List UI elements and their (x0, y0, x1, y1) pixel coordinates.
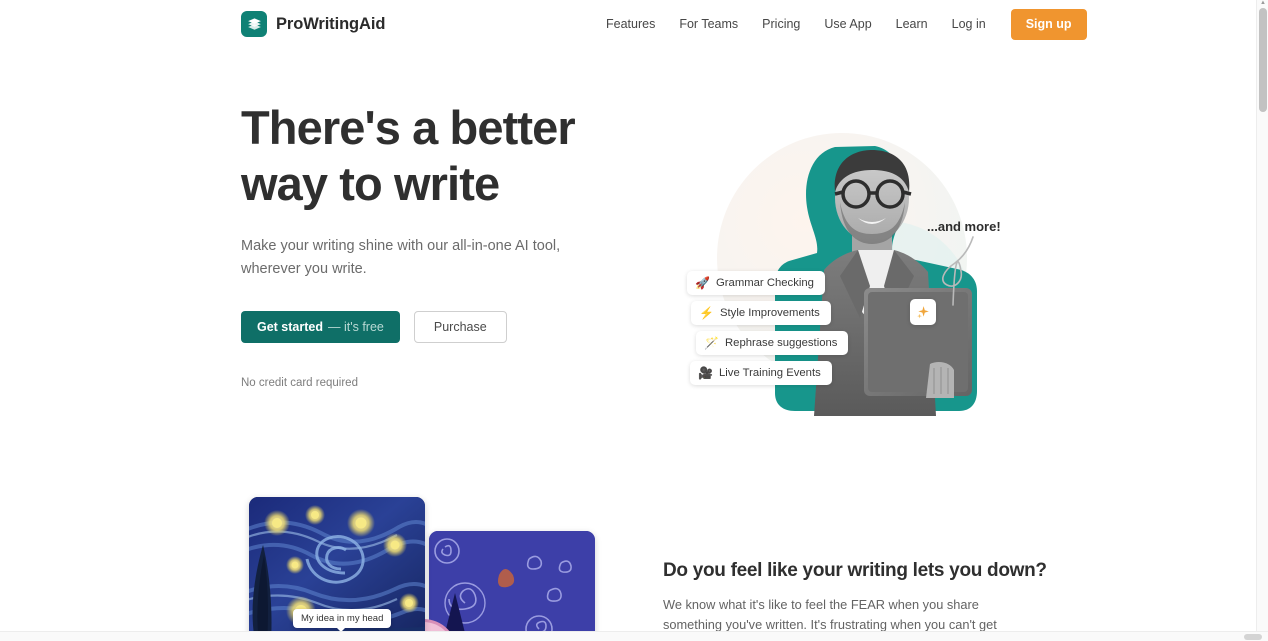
nav-item-features[interactable]: Features (594, 0, 667, 48)
hero-title: There's a better way to write (241, 100, 621, 212)
site-header: ProWritingAid Features For Teams Pricing… (0, 0, 1256, 48)
feature-pill-label: Style Improvements (720, 307, 820, 319)
hero-title-line-2: way to write (241, 157, 500, 210)
hero-subtitle: Make your writing shine with our all-in-… (241, 238, 561, 277)
value-prop-copy: Do you feel like your writing lets you d… (663, 560, 1047, 641)
get-started-label: Get started (257, 320, 323, 334)
hero-title-line-1: There's a better (241, 101, 576, 154)
no-credit-card-note: No credit card required (241, 377, 358, 389)
rocket-icon: 🚀 (695, 276, 710, 290)
idea-tooltip: My idea in my head (293, 609, 392, 632)
lightning-bolt-icon: ⚡ (699, 306, 714, 320)
hand-drawn-arrow-doodle (933, 235, 993, 307)
nav-item-learn[interactable]: Learn (884, 0, 940, 48)
vertical-scrollbar[interactable]: ▲ (1256, 0, 1268, 631)
magic-wand-icon: 🪄 (704, 336, 719, 350)
get-started-free-note: — it's free (328, 320, 384, 334)
nav-item-pricing[interactable]: Pricing (750, 0, 812, 48)
sparkles-icon (910, 299, 936, 325)
video-camera-icon: 🎥 (698, 366, 713, 380)
feature-pill-grammar-checking[interactable]: 🚀 Grammar Checking (687, 271, 825, 295)
nav-item-for-teams[interactable]: For Teams (667, 0, 750, 48)
stacked-book-icon (241, 11, 267, 37)
hero-cta-row: Get started — it's free Purchase (241, 311, 621, 343)
nav-item-use-app[interactable]: Use App (812, 0, 883, 48)
feature-pill-label: Grammar Checking (716, 277, 814, 289)
get-started-button[interactable]: Get started — it's free (241, 311, 400, 343)
page-root: ProWritingAid Features For Teams Pricing… (0, 0, 1268, 641)
sign-up-button[interactable]: Sign up (1010, 8, 1087, 40)
purchase-button[interactable]: Purchase (413, 311, 507, 343)
horizontal-scrollbar[interactable] (0, 631, 1268, 641)
feature-pill-live-training-events[interactable]: 🎥 Live Training Events (690, 361, 832, 385)
feature-pill-label: Live Training Events (719, 367, 821, 379)
feature-pill-style-improvements[interactable]: ⚡ Style Improvements (691, 301, 831, 325)
before-after-artwork: My idea in my head (249, 497, 595, 641)
horizontal-scrollbar-thumb[interactable] (1244, 634, 1262, 640)
brand-logo-link[interactable]: ProWritingAid (241, 11, 385, 37)
and-more-label: ...and more! (927, 219, 1001, 234)
feature-pill-list: 🚀 Grammar Checking ⚡ Style Improvements … (687, 271, 857, 391)
vertical-scrollbar-thumb[interactable] (1259, 8, 1267, 112)
feature-pill-label: Rephrase suggestions (725, 337, 838, 349)
primary-nav: Features For Teams Pricing Use App Learn… (594, 0, 1087, 48)
hero-section: There's a better way to write Make your … (0, 48, 1256, 468)
feature-pill-rephrase-suggestions[interactable]: 🪄 Rephrase suggestions (696, 331, 849, 355)
scroll-up-arrow-icon[interactable]: ▲ (1260, 0, 1266, 6)
childlike-painting-image (429, 531, 595, 641)
value-prop-section: My idea in my head Do you feel like your… (0, 468, 1256, 641)
value-prop-title: Do you feel like your writing lets you d… (663, 560, 1047, 581)
hero-illustration: 🚀 Grammar Checking ⚡ Style Improvements … (655, 103, 1025, 443)
nav-item-log-in[interactable]: Log in (940, 0, 998, 48)
brand-name: ProWritingAid (276, 14, 386, 33)
hero-copy: There's a better way to write Make your … (241, 100, 621, 389)
